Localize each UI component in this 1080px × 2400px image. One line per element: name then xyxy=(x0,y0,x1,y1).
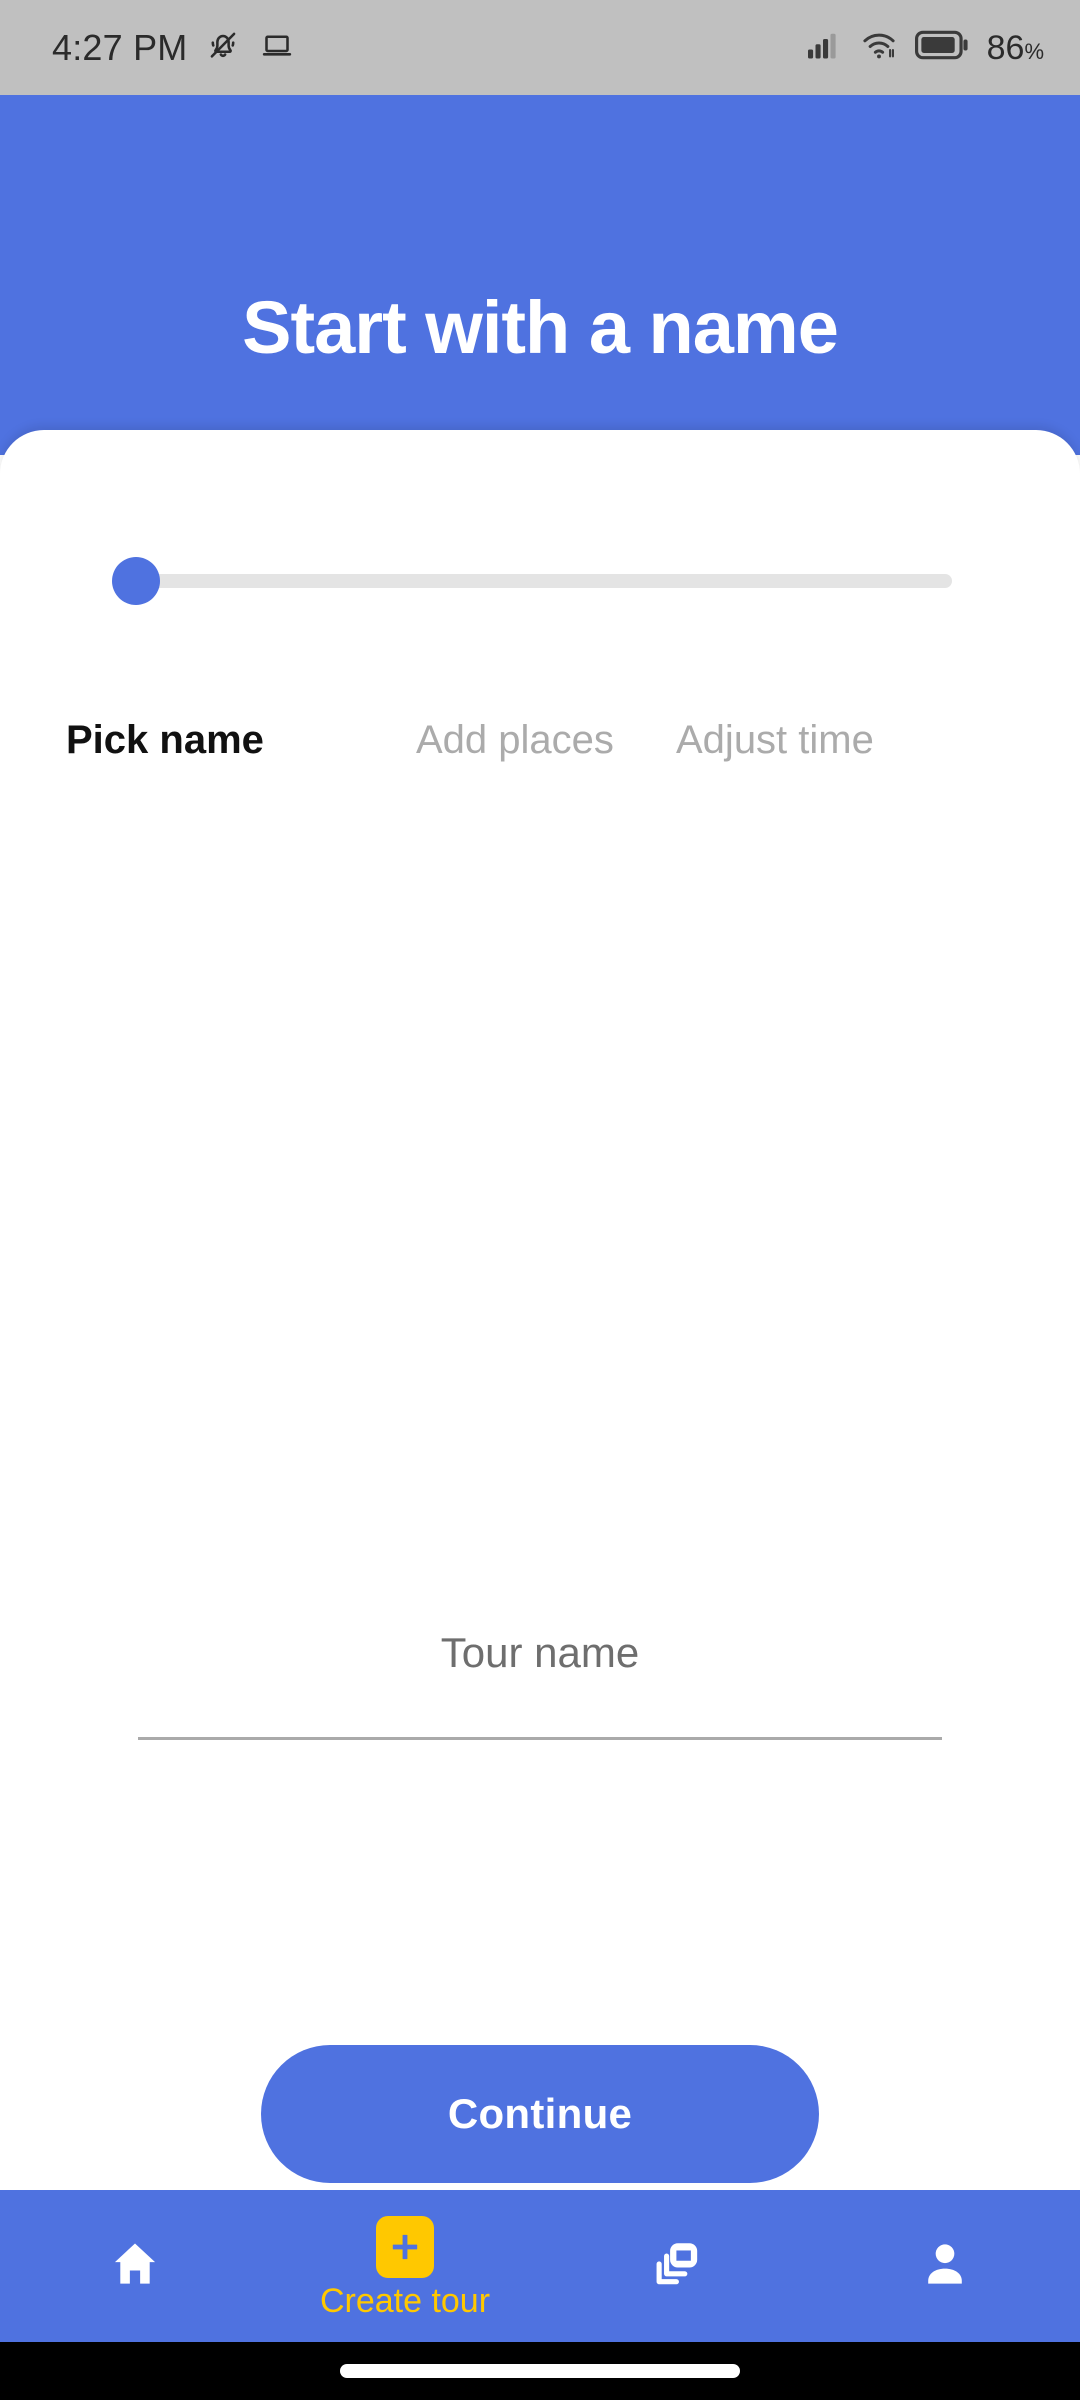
status-time: 4:27 PM xyxy=(52,26,188,68)
step-progress-slider[interactable] xyxy=(112,555,952,605)
tour-name-input[interactable] xyxy=(138,1600,942,1706)
status-bar-right: 86% xyxy=(803,27,1044,68)
status-bar: 4:27 PM 86% xyxy=(0,0,1080,95)
status-bar-left: 4:27 PM xyxy=(52,27,295,68)
bell-muted-icon xyxy=(205,27,241,68)
continue-button[interactable]: Continue xyxy=(261,2045,819,2183)
step-label-add-places[interactable]: Add places xyxy=(416,720,676,760)
nav-item-create-tour[interactable]: Create tour xyxy=(270,2190,540,2342)
laptop-icon xyxy=(259,27,295,68)
step-label-adjust-time[interactable]: Adjust time xyxy=(676,720,1020,760)
battery-percent: 86% xyxy=(986,28,1044,67)
gesture-navigation-bar xyxy=(0,2342,1080,2400)
layers-icon xyxy=(647,2236,703,2297)
signal-bars-icon xyxy=(803,27,843,68)
header-banner: Start with a name xyxy=(0,95,1080,455)
app-screen: 4:27 PM 86% Start with a name Pick name … xyxy=(0,0,1080,2400)
nav-item-profile[interactable] xyxy=(810,2190,1080,2342)
tour-name-field xyxy=(138,1600,942,1740)
nav-item-tours[interactable] xyxy=(540,2190,810,2342)
bottom-navigation-bar: Create tour xyxy=(0,2190,1080,2342)
step-labels: Pick name Add places Adjust time xyxy=(0,720,1080,760)
step-label-pick-name[interactable]: Pick name xyxy=(66,720,416,760)
gesture-pill[interactable] xyxy=(340,2364,740,2378)
slider-thumb[interactable] xyxy=(112,557,160,605)
tour-name-underline xyxy=(138,1737,942,1740)
plus-icon xyxy=(376,2216,434,2278)
battery-icon xyxy=(914,28,969,67)
page-title: Start with a name xyxy=(242,286,839,369)
nav-item-home[interactable] xyxy=(0,2190,270,2342)
wifi-icon xyxy=(859,27,899,68)
home-icon xyxy=(107,2236,163,2297)
content-card: Pick name Add places Adjust time Continu… xyxy=(0,430,1080,2190)
person-icon xyxy=(917,2236,973,2297)
nav-item-create-tour-label: Create tour xyxy=(319,2282,491,2320)
slider-track[interactable] xyxy=(140,574,952,588)
